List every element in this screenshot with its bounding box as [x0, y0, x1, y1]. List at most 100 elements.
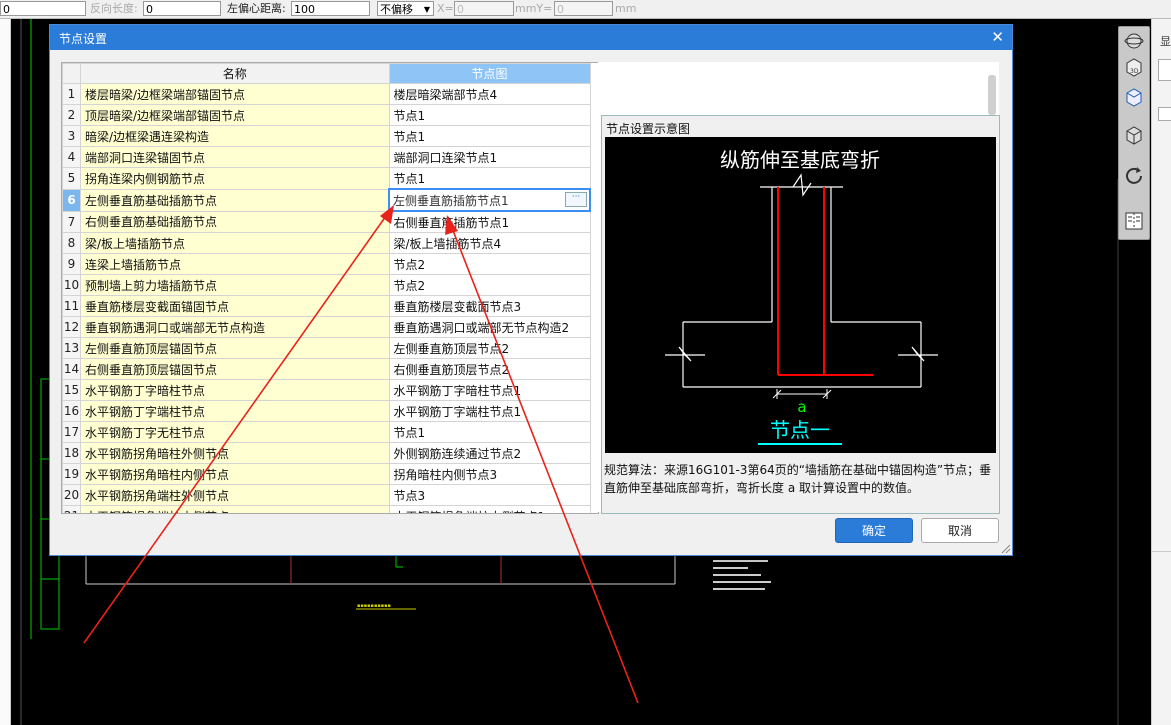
cell-node[interactable]: 左侧垂直筋顶层节点2 — [388, 337, 591, 359]
cell-name: 预制墙上剪力墙插筋节点 — [80, 274, 390, 296]
node-settings-grid[interactable]: 名称 节点图 1 楼层暗梁/边框梁端部锚固节点 楼层暗梁端部节点4 2 顶层暗梁/边框梁… — [61, 62, 599, 514]
row-number-header — [62, 63, 81, 84]
table-row[interactable]: 6 左侧垂直筋基础插筋节点 左侧垂直筋插筋节点1 ··· — [62, 188, 591, 212]
table-row[interactable]: 15 水平钢筋丁字暗柱节点 水平钢筋丁字暗柱节点1 — [62, 379, 591, 401]
cell-node[interactable]: 节点1 — [388, 125, 591, 147]
dialog-title-bar[interactable]: 节点设置 ✕ — [50, 25, 1012, 50]
row-number: 12 — [62, 316, 81, 338]
cell-name: 连梁上墙插筋节点 — [80, 253, 390, 275]
svg-text:▪▪▪▪▪▪▪▪▪▪: ▪▪▪▪▪▪▪▪▪▪ — [357, 603, 391, 609]
row-number: 5 — [62, 167, 81, 190]
table-row[interactable]: 11 垂直筋楼层变截面锚固节点 垂直筋楼层变截面节点3 — [62, 295, 591, 317]
cell-node[interactable]: 垂直筋楼层变截面节点3 — [388, 295, 591, 317]
close-icon[interactable]: ✕ — [991, 28, 1004, 46]
cell-name: 顶层暗梁/边框梁端部锚固节点 — [80, 104, 390, 126]
cell-name: 垂直筋楼层变截面锚固节点 — [80, 295, 390, 317]
cell-node[interactable]: 端部洞口连梁节点1 — [388, 146, 591, 168]
dimension-label: a — [797, 398, 806, 416]
table-row[interactable]: 21水平钢筋拐角端柱内侧节点水平钢筋拐角端柱内侧节点1 — [62, 505, 591, 513]
cell-node[interactable]: 节点2 — [388, 253, 591, 275]
cell-node[interactable]: 节点3 — [388, 484, 591, 506]
cell-name: 水平钢筋丁字暗柱节点 — [80, 379, 390, 401]
table-row[interactable]: 5 拐角连梁内侧钢筋节点 节点1 — [62, 167, 591, 190]
layout-icon[interactable] — [1124, 211, 1144, 231]
cell-node[interactable]: 左侧垂直筋插筋节点1 ··· — [388, 188, 591, 212]
offset-mode-select[interactable]: 不偏移 ▼ — [377, 1, 434, 16]
row-number: 21 — [62, 505, 81, 513]
x-input[interactable]: 0 — [454, 1, 514, 16]
reverse-length-label: 反向长度: — [90, 2, 138, 15]
table-row[interactable]: 19 水平钢筋拐角暗柱内侧节点 拐角暗柱内侧节点3 — [62, 463, 591, 485]
table-row[interactable]: 3 暗梁/边框梁遇连梁构造 节点1 — [62, 125, 591, 147]
table-row[interactable]: 13 左侧垂直筋顶层锚固节点 左侧垂直筋顶层节点2 — [62, 337, 591, 359]
row-number: 9 — [62, 253, 81, 275]
cell-node[interactable]: 节点1 — [388, 167, 591, 190]
cell-node[interactable]: 楼层暗梁端部节点4 — [388, 83, 591, 105]
mmy-label: mmY= — [515, 2, 553, 15]
orbit-icon[interactable] — [1124, 31, 1144, 51]
table-row[interactable]: 10 预制墙上剪力墙插筋节点 节点2 — [62, 274, 591, 296]
panel-field[interactable] — [1158, 59, 1171, 81]
table-row[interactable]: 16 水平钢筋丁字端柱节点 水平钢筋丁字端柱节点1 — [62, 400, 591, 422]
view-3d-icon[interactable]: 3D — [1124, 57, 1144, 77]
length-input[interactable]: 0 — [0, 1, 86, 16]
row-number: 8 — [62, 232, 81, 254]
cell-node[interactable]: 水平钢筋丁字暗柱节点1 — [388, 379, 591, 401]
row-number: 10 — [62, 274, 81, 296]
cell-name: 右侧垂直筋基础插筋节点 — [80, 210, 390, 233]
table-row[interactable]: 4 端部洞口连梁锚固节点 端部洞口连梁节点1 — [62, 146, 591, 168]
cell-node[interactable]: 右侧垂直筋插筋节点1 — [388, 210, 591, 233]
cell-node[interactable]: 拐角暗柱内侧节点3 — [388, 463, 591, 485]
node-diagram: 纵筋伸至基底弯折 a 节点一 — [605, 137, 996, 453]
chevron-down-icon: ▼ — [423, 5, 430, 14]
column-header-name[interactable]: 名称 — [80, 63, 390, 84]
table-row[interactable]: 17 水平钢筋丁字无柱节点 节点1 — [62, 421, 591, 443]
cell-name: 水平钢筋丁字无柱节点 — [80, 421, 390, 443]
cell-node[interactable]: 右侧垂直筋顶层节点2 — [388, 358, 591, 380]
table-row[interactable]: 1 楼层暗梁/边框梁端部锚固节点 楼层暗梁端部节点4 — [62, 83, 591, 105]
ok-button[interactable]: 确定 — [835, 518, 913, 543]
table-row[interactable]: 8 梁/板上墙插筋节点 梁/板上墙插筋节点4 — [62, 232, 591, 254]
table-row[interactable]: 7 右侧垂直筋基础插筋节点 右侧垂直筋插筋节点1 — [62, 210, 591, 233]
row-number: 18 — [62, 442, 81, 464]
panel-divider — [1152, 551, 1171, 552]
table-row[interactable]: 2 顶层暗梁/边框梁端部锚固节点 节点1 — [62, 104, 591, 126]
rotate-icon[interactable] — [1124, 165, 1144, 185]
svg-text:3D: 3D — [1130, 68, 1139, 75]
table-row[interactable]: 14 右侧垂直筋顶层锚固节点 右侧垂直筋顶层节点2 — [62, 358, 591, 380]
cell-name: 水平钢筋拐角端柱外侧节点 — [80, 484, 390, 506]
view-top-icon[interactable] — [1124, 87, 1144, 107]
more-options-icon[interactable]: ··· — [565, 192, 587, 207]
cell-node[interactable]: 节点1 — [388, 104, 591, 126]
cell-node[interactable]: 节点1 — [388, 421, 591, 443]
y-input[interactable]: 0 — [554, 1, 613, 16]
cell-node[interactable]: 梁/板上墙插筋节点4 — [388, 232, 591, 254]
row-number: 1 — [62, 83, 81, 105]
cell-node[interactable]: 水平钢筋拐角端柱内侧节点1 — [388, 505, 591, 513]
diagram-title: 纵筋伸至基底弯折 — [720, 148, 880, 172]
cell-node[interactable]: 垂直筋遇洞口或端部无节点构造2 — [388, 316, 591, 338]
cancel-button[interactable]: 取消 — [921, 518, 999, 543]
table-row[interactable]: 18 水平钢筋拐角暗柱外侧节点 外侧钢筋连续通过节点2 — [62, 442, 591, 464]
property-toolbar: 0 反向长度: 0 左偏心距离: 100 不偏移 ▼ X= 0 mmY= 0 m… — [0, 0, 1171, 19]
table-row[interactable]: 12 垂直钢筋遇洞口或端部无节点构造 垂直筋遇洞口或端部无节点构造2 — [62, 316, 591, 338]
cell-node[interactable]: 节点2 — [388, 274, 591, 296]
offset-mode-value: 不偏移 — [380, 3, 413, 16]
row-number: 6 — [62, 188, 81, 212]
resize-grip-icon[interactable] — [1001, 544, 1011, 554]
cell-node[interactable]: 外侧钢筋连续通过节点2 — [388, 442, 591, 464]
column-header-node[interactable]: 节点图 — [388, 63, 591, 84]
table-row[interactable]: 20 水平钢筋拐角端柱外侧节点 节点3 — [62, 484, 591, 506]
reverse-length-input[interactable]: 0 — [143, 1, 221, 16]
cell-name: 端部洞口连梁锚固节点 — [80, 146, 390, 168]
cell-name: 水平钢筋丁字端柱节点 — [80, 400, 390, 422]
left-offset-input[interactable]: 100 — [291, 1, 370, 16]
panel-field[interactable] — [1158, 107, 1171, 121]
view-cube-icon[interactable] — [1124, 125, 1144, 145]
node-caption: 节点一 — [770, 418, 830, 442]
scrollbar-thumb[interactable] — [988, 75, 996, 115]
cell-node[interactable]: 水平钢筋丁字端柱节点1 — [388, 400, 591, 422]
row-number: 13 — [62, 337, 81, 359]
cell-name: 拐角连梁内侧钢筋节点 — [80, 167, 390, 190]
table-row[interactable]: 9 连梁上墙插筋节点 节点2 — [62, 253, 591, 275]
